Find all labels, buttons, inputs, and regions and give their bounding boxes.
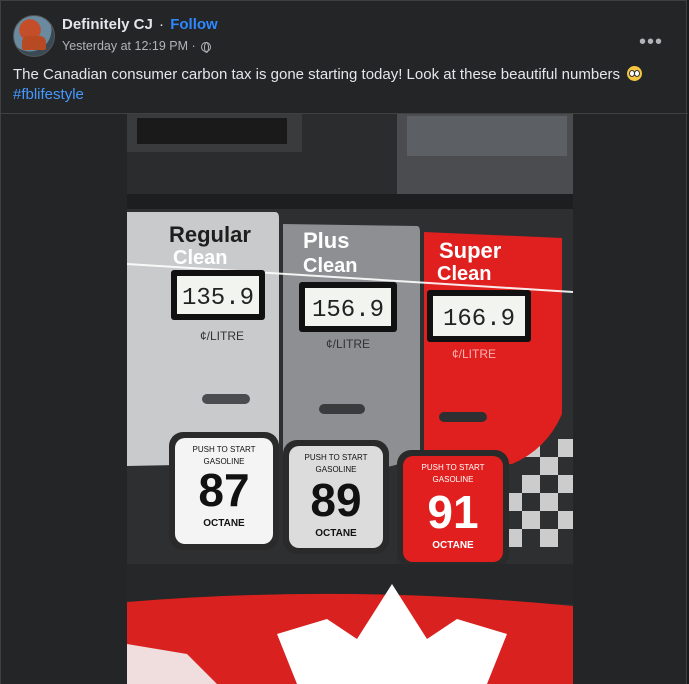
timestamp[interactable]: Yesterday at 12:19 PM: [62, 39, 188, 53]
octane-number-super: 91: [427, 486, 478, 538]
unit-super: ¢/LITRE: [452, 347, 496, 361]
hashtag-link[interactable]: #fblifestyle: [13, 86, 84, 103]
octane-label-super: OCTANE: [432, 540, 474, 551]
meta-dot: ·: [191, 39, 196, 53]
follow-button[interactable]: Follow: [170, 16, 218, 33]
post-text: The Canadian consumer carbon tax is gone…: [13, 65, 673, 105]
flushed-emoji-icon: [627, 66, 643, 81]
push-plus: PUSH TO START: [305, 453, 368, 462]
grade-name-plus: Plus: [303, 228, 349, 253]
separator-dot: ·: [159, 16, 165, 33]
post-meta: Yesterday at 12:19 PM ·: [62, 39, 212, 53]
octane-number-plus: 89: [310, 474, 361, 526]
octane-label-regular: OCTANE: [203, 518, 245, 529]
price-plus: 156.9: [312, 297, 384, 324]
post-photo[interactable]: Regular Clean Plus Clean Super Clean 135…: [127, 114, 573, 684]
fuel-plus: GASOLINE: [316, 465, 357, 474]
unit-regular: ¢/LITRE: [200, 329, 244, 343]
avatar[interactable]: [13, 15, 55, 57]
grade-name-regular: Regular: [169, 222, 251, 247]
octane-number-regular: 87: [198, 464, 249, 516]
octane-label-plus: OCTANE: [315, 528, 357, 539]
push-regular: PUSH TO START: [193, 445, 256, 454]
grade-clean-super: Clean: [437, 263, 491, 285]
push-super: PUSH TO START: [422, 463, 485, 472]
more-options-icon[interactable]: •••: [639, 32, 663, 52]
author-name[interactable]: Definitely CJ: [62, 16, 153, 33]
fuel-super: GASOLINE: [433, 475, 474, 484]
post-header: Definitely CJ · Follow Yesterday at 12:1…: [13, 15, 673, 59]
author-line: Definitely CJ · Follow: [62, 16, 218, 33]
grade-clean-plus: Clean: [303, 255, 357, 277]
unit-plus: ¢/LITRE: [326, 337, 370, 351]
grade-name-super: Super: [439, 238, 502, 263]
post-body: The Canadian consumer carbon tax is gone…: [13, 66, 621, 83]
price-super: 166.9: [443, 306, 515, 333]
globe-icon: [201, 42, 212, 53]
grade-clean-regular: Clean: [173, 247, 227, 269]
price-regular: 135.9: [182, 285, 254, 312]
gas-pump-photo: Regular Clean Plus Clean Super Clean 135…: [127, 114, 573, 684]
